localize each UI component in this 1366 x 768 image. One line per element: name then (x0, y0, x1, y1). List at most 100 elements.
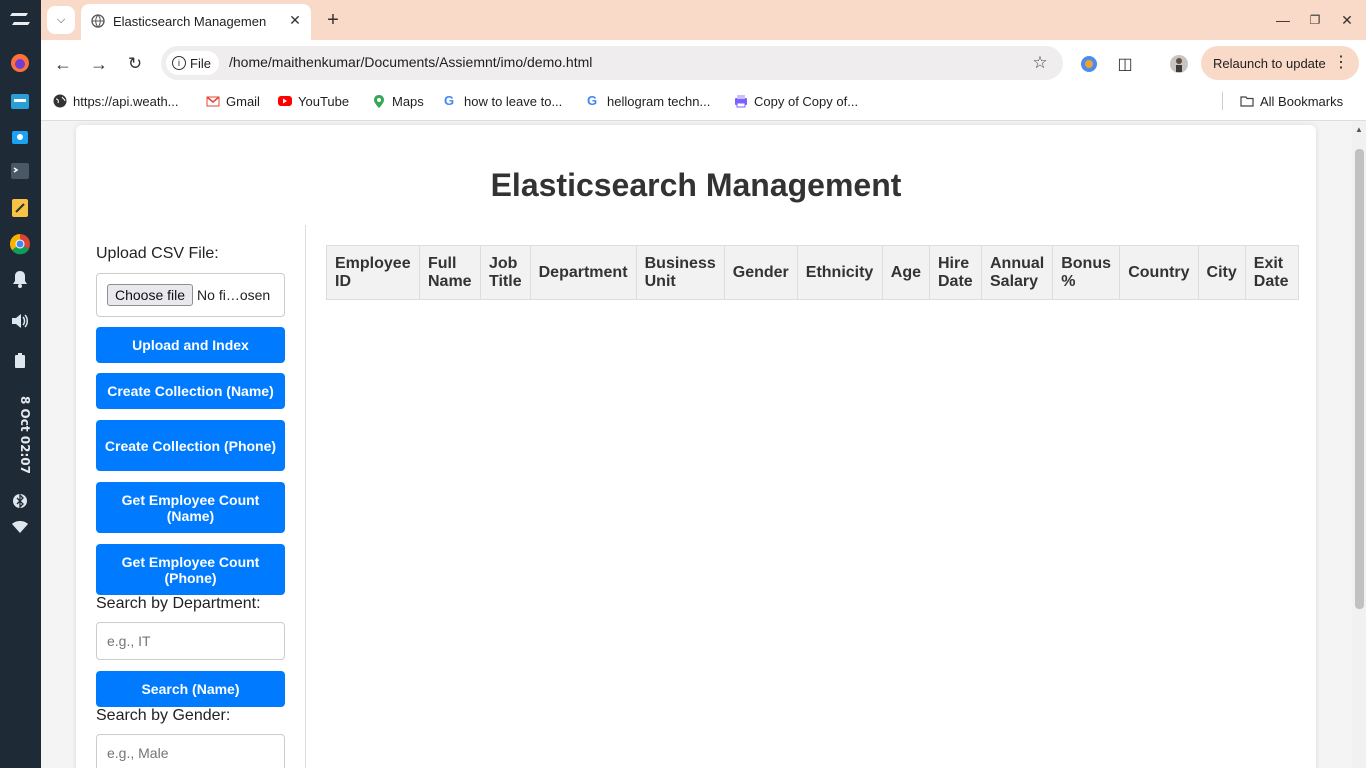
battery-icon (9, 350, 31, 372)
page-title: Elasticsearch Management (490, 167, 902, 203)
extension-button[interactable] (1077, 52, 1101, 76)
google-icon: G (444, 93, 455, 108)
reload-button[interactable]: ↻ (123, 52, 147, 76)
google-icon: G (587, 93, 598, 108)
volume-icon[interactable] (9, 310, 31, 332)
search-department-label: Search by Department: (96, 595, 261, 612)
files-icon[interactable] (9, 90, 31, 112)
close-window-button[interactable]: ✕ (1337, 10, 1357, 30)
address-bar[interactable]: i File /home/maithenkumar/Documents/Assi… (161, 46, 1063, 80)
control-panel: Upload CSV File: Choose file No fi…osen … (76, 225, 306, 768)
store-icon[interactable] (9, 125, 31, 147)
back-button[interactable]: ← (51, 52, 75, 76)
upload-label: Upload CSV File: (96, 245, 219, 262)
forward-button[interactable]: → (87, 52, 111, 76)
search-name-button[interactable]: Search (Name) (96, 671, 285, 707)
header-department: Department (529, 245, 637, 300)
info-icon: i (172, 56, 186, 70)
department-search-input[interactable]: e.g., IT (96, 622, 285, 660)
gmail-icon (206, 96, 220, 107)
chrome-icon[interactable] (9, 233, 31, 255)
notifications-icon[interactable] (9, 268, 31, 290)
chevron-down-icon: ⌵ (56, 13, 66, 26)
upload-index-button[interactable]: Upload and Index (96, 327, 285, 363)
puzzle-icon: ◫ (1117, 56, 1133, 73)
minimize-icon: — (1276, 12, 1290, 28)
avatar (1170, 55, 1188, 73)
scroll-up-icon[interactable]: ▲ (1355, 125, 1363, 134)
zorin-menu-icon[interactable] (9, 8, 31, 30)
header-bonus: Bonus % (1052, 245, 1121, 300)
employee-count-phone-button[interactable]: Get Employee Count (Phone) (96, 544, 285, 595)
create-collection-name-button[interactable]: Create Collection (Name) (96, 373, 285, 409)
all-bookmarks-label: All Bookmarks (1260, 93, 1344, 109)
bookmark-label: how to leave to... (464, 93, 563, 109)
profile-button[interactable] (1167, 52, 1191, 76)
tab-title: Elasticsearch Managemen (113, 14, 267, 29)
terminal-icon[interactable] (9, 160, 31, 182)
header-business-unit: Business Unit (635, 245, 725, 300)
gender-search-input[interactable]: e.g., Male (96, 734, 285, 768)
printer-icon (735, 95, 747, 108)
bookmarks-divider (1222, 92, 1223, 110)
arrow-right-icon: → (90, 53, 108, 74)
main-container: Elasticsearch Management Upload CSV File… (76, 125, 1316, 768)
header-employee-id: Employee ID (326, 245, 420, 300)
wifi-icon[interactable] (9, 516, 31, 538)
bookmark-item[interactable]: Gmail (206, 92, 260, 110)
browser-window: ⌵ Elasticsearch Managemen ✕ + — ❐ ✕ ← → … (41, 0, 1366, 768)
star-icon: ☆ (1032, 53, 1048, 72)
reload-icon: ↻ (127, 54, 143, 73)
all-bookmarks-button[interactable]: All Bookmarks (1240, 92, 1343, 110)
csv-file-input[interactable]: Choose file No fi…osen (96, 273, 285, 317)
vertical-scrollbar[interactable]: ▲ (1352, 121, 1366, 768)
header-city: City (1197, 245, 1246, 300)
close-tab-icon[interactable]: ✕ (285, 10, 305, 30)
close-icon: ✕ (1341, 11, 1353, 28)
bookmark-item[interactable]: G how to leave to... (444, 92, 562, 110)
scrollbar-thumb[interactable] (1355, 149, 1364, 609)
choose-file-button[interactable]: Choose file (107, 284, 194, 306)
header-age: Age (881, 245, 931, 300)
bookmark-label: Maps (392, 93, 424, 109)
employee-table: Employee ID Full Name Job Title Departme… (326, 245, 1299, 300)
system-clock[interactable]: 8 Oct 02:07 (8, 395, 32, 475)
header-exit-date: Exit Date (1244, 245, 1299, 300)
bookmark-item[interactable]: G hellogram techn... (587, 92, 710, 110)
text-editor-icon[interactable] (9, 197, 31, 219)
restore-icon: ❐ (1309, 13, 1321, 27)
header-job-title: Job Title (480, 245, 531, 300)
page-viewport: Elasticsearch Management Upload CSV File… (41, 120, 1366, 768)
tab-strip: ⌵ Elasticsearch Managemen ✕ + — ❐ ✕ (41, 0, 1366, 40)
extension-logo-icon (1081, 56, 1097, 72)
scheme-label: File (190, 55, 211, 71)
extensions-button[interactable]: ◫ (1113, 52, 1137, 76)
globe-icon (91, 14, 105, 28)
maximize-button[interactable]: ❐ (1305, 10, 1325, 30)
relaunch-button[interactable]: Relaunch to update ⋮ (1201, 46, 1359, 80)
plus-icon: + (327, 8, 339, 31)
bookmark-star-button[interactable]: ☆ (1029, 52, 1051, 74)
bookmark-item[interactable]: YouTube (278, 92, 349, 110)
employee-count-name-button[interactable]: Get Employee Count (Name) (96, 482, 285, 533)
bookmarks-bar: https://api.weath... Gmail YouTube Maps … (41, 86, 1366, 116)
url-text[interactable]: /home/maithenkumar/Documents/Assiemnt/im… (229, 54, 592, 70)
tab-active[interactable]: Elasticsearch Managemen ✕ (81, 4, 311, 40)
arrow-left-icon: ← (54, 53, 72, 74)
tab-search-button[interactable]: ⌵ (47, 6, 75, 34)
minimize-button[interactable]: — (1273, 10, 1293, 30)
header-gender: Gender (723, 245, 798, 300)
bluetooth-icon[interactable] (9, 490, 31, 512)
table-header-row: Employee ID Full Name Job Title Departme… (326, 245, 1299, 300)
site-info-chip[interactable]: i File (166, 51, 219, 75)
bookmark-item[interactable]: https://api.weath... (53, 92, 179, 110)
more-menu-icon[interactable]: ⋮ (1333, 52, 1349, 72)
new-tab-button[interactable]: + (321, 8, 345, 32)
bookmark-item[interactable]: Maps (372, 92, 424, 110)
bookmark-label: Gmail (226, 93, 260, 109)
bookmark-item[interactable]: Copy of Copy of... (734, 92, 858, 110)
create-collection-phone-button[interactable]: Create Collection (Phone) (96, 420, 285, 471)
firefox-icon[interactable] (9, 52, 31, 74)
browser-toolbar: ← → ↻ i File /home/maithenkumar/Document… (41, 40, 1366, 86)
bookmark-label: https://api.weath... (73, 93, 179, 109)
